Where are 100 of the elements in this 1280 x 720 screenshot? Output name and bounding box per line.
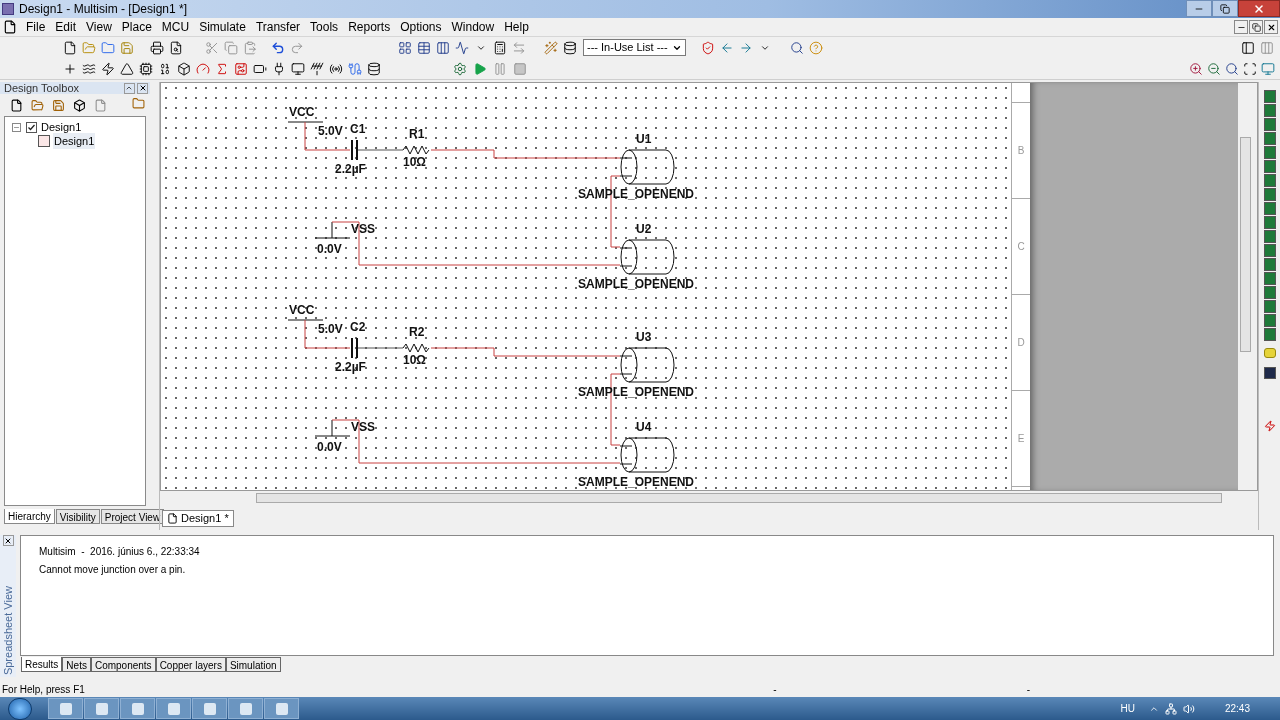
voltage-label: 5.0V	[318, 322, 343, 336]
wire	[304, 121, 351, 151]
voltage-label: 0.0V	[317, 440, 342, 454]
instrument-icon[interactable]	[1263, 286, 1276, 299]
instrument-icon[interactable]	[1263, 272, 1276, 285]
chip-icon[interactable]	[138, 60, 154, 77]
border-zone-label: E	[1017, 432, 1025, 446]
pin-button[interactable]	[124, 82, 135, 94]
power-source-label: VCC	[289, 303, 315, 317]
zoom-out-icon[interactable]	[1206, 60, 1222, 77]
panel-tab[interactable]: Simulation	[225, 657, 281, 672]
panel-tab[interactable]: Nets	[62, 657, 91, 672]
close-button[interactable]	[2, 535, 14, 546]
instrument-icon[interactable]	[1263, 146, 1276, 159]
table-icon[interactable]	[416, 39, 432, 56]
check-icon[interactable]	[700, 39, 716, 56]
panel-tab[interactable]: Copper layers	[155, 657, 226, 672]
part-label: SAMPLE_OPENEND	[578, 475, 695, 489]
network-icon[interactable]	[1164, 702, 1177, 715]
panel-toggle-icon[interactable]	[1240, 39, 1256, 56]
maximize-button[interactable]	[1212, 0, 1238, 17]
graph-icon[interactable]	[454, 39, 470, 56]
instrument-icon[interactable]	[1263, 174, 1276, 187]
status-field: -	[1026, 682, 1280, 697]
collapse-icon[interactable]	[12, 122, 21, 132]
antenna-icon[interactable]	[309, 60, 325, 77]
wire	[357, 149, 404, 151]
close-button[interactable]	[1264, 20, 1278, 34]
menu-item[interactable]: Help	[499, 18, 534, 36]
menu-item[interactable]: Edit	[50, 18, 82, 36]
tree-item[interactable]: Design1	[53, 132, 96, 150]
instrument-icon[interactable]	[1263, 160, 1276, 173]
zoom-in-icon[interactable]	[1188, 60, 1204, 77]
print-preview-icon[interactable]	[168, 39, 184, 56]
instrument-icon[interactable]	[1263, 104, 1276, 117]
close-icon	[1253, 2, 1265, 15]
part-label: SAMPLE_OPENEND	[578, 385, 695, 399]
menu-item[interactable]: Place	[116, 18, 157, 36]
menu-item[interactable]: File	[21, 18, 51, 36]
instrument-icon[interactable]	[1263, 244, 1276, 257]
menu-item[interactable]: Simulate	[194, 18, 251, 36]
menu-item[interactable]: Window	[446, 18, 500, 36]
start-button[interactable]	[8, 697, 32, 720]
capacitor-symbol	[351, 139, 358, 161]
voltage-label: 0.0V	[317, 242, 342, 256]
component-list-dropdown[interactable]: --- In-Use List ---	[583, 39, 686, 56]
volume-icon[interactable]	[1182, 702, 1195, 715]
instrument-icon[interactable]	[1263, 328, 1276, 341]
instrument-icon[interactable]	[1263, 216, 1276, 229]
zoom-fit-icon[interactable]	[1242, 60, 1258, 77]
columns-icon[interactable]	[435, 39, 451, 56]
database-icon[interactable]	[366, 60, 382, 77]
checkbox-icon	[26, 121, 37, 133]
restore-icon	[1251, 22, 1261, 32]
restore-icon	[1220, 3, 1230, 14]
log-message: Cannot move junction over a pin.	[39, 563, 187, 577]
instrument-icon[interactable]	[1263, 202, 1276, 215]
component-label: U2	[636, 222, 652, 236]
instrument-icon[interactable]	[1263, 90, 1276, 103]
monitor-icon[interactable]	[290, 60, 306, 77]
instrument-icon[interactable]	[1263, 300, 1276, 313]
value-label: 10Ω	[403, 155, 426, 169]
panel-tab[interactable]: Components	[90, 657, 156, 672]
menu-item[interactable]: Reports	[343, 18, 396, 36]
close-button[interactable]	[137, 82, 148, 94]
menu-item[interactable]: MCU	[156, 18, 195, 36]
search-icon[interactable]	[789, 39, 805, 56]
print-icon[interactable]	[149, 39, 165, 56]
panel-title: Design Toolbox	[4, 80, 79, 96]
grid-view-icon[interactable]	[397, 39, 413, 56]
panel-tab[interactable]: Visibility	[55, 509, 100, 524]
document-tab[interactable]: Design1 *	[162, 510, 234, 527]
settings-icon[interactable]	[452, 60, 468, 77]
new-file-icon[interactable]	[62, 39, 78, 56]
scroll-thumb[interactable]	[256, 493, 1222, 503]
instrument-icon[interactable]	[1263, 314, 1276, 327]
panel-tab[interactable]: Hierarchy	[4, 509, 55, 524]
instrument-icon[interactable]	[1263, 258, 1276, 271]
instrument-icon[interactable]	[1263, 118, 1276, 131]
language-indicator[interactable]: HU	[1120, 701, 1135, 716]
restore-button[interactable]	[1249, 20, 1263, 34]
zoom-icon[interactable]	[1224, 60, 1240, 77]
power-source-label: VCC	[289, 105, 315, 119]
ground-symbol	[314, 419, 351, 437]
instrument-icon[interactable]	[1263, 230, 1276, 243]
component-label: C2	[350, 320, 366, 334]
open-folder-icon[interactable]	[29, 97, 45, 113]
close-icon	[1266, 22, 1276, 32]
instrument-icon[interactable]	[1263, 132, 1276, 145]
panel-tab[interactable]: Results	[21, 657, 63, 672]
instrument-icon[interactable]	[1263, 188, 1276, 201]
menu-item[interactable]: View	[81, 18, 117, 36]
minimize-button[interactable]	[1234, 20, 1248, 34]
calculator-icon[interactable]	[492, 39, 508, 56]
menu-item[interactable]: Options	[395, 18, 447, 36]
menu-item[interactable]: Tools	[305, 18, 344, 36]
menu-item[interactable]: Transfer	[250, 18, 306, 36]
clock[interactable]: 22:43	[1224, 701, 1250, 716]
scroll-thumb[interactable]	[1240, 137, 1251, 352]
database-icon[interactable]	[562, 39, 578, 56]
